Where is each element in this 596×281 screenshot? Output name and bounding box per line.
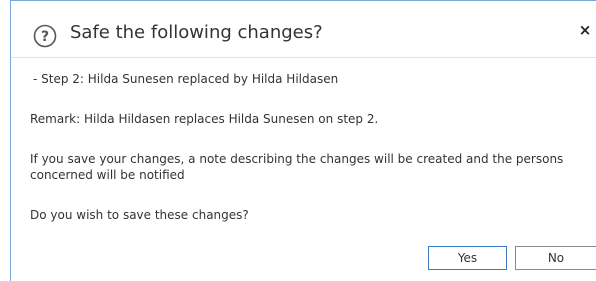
question-mark-circle-icon: ? (33, 24, 57, 48)
close-button[interactable]: × (577, 21, 593, 39)
remark-text: Remark: Hilda Hildasen replaces Hilda Su… (30, 112, 379, 126)
no-button[interactable]: No (515, 246, 596, 270)
yes-button[interactable]: Yes (428, 246, 507, 270)
save-changes-dialog: ? Safe the following changes? × - Step 2… (10, 0, 596, 281)
change-summary-line: - Step 2: Hilda Sunesen replaced by Hild… (33, 72, 339, 86)
confirmation-question: Do you wish to save these changes? (30, 208, 249, 222)
dialog-header: ? Safe the following changes? × (11, 1, 596, 58)
dialog-title: Safe the following changes? (70, 22, 323, 43)
svg-text:?: ? (41, 29, 49, 45)
notification-info-text: If you save your changes, a note describ… (30, 152, 564, 182)
